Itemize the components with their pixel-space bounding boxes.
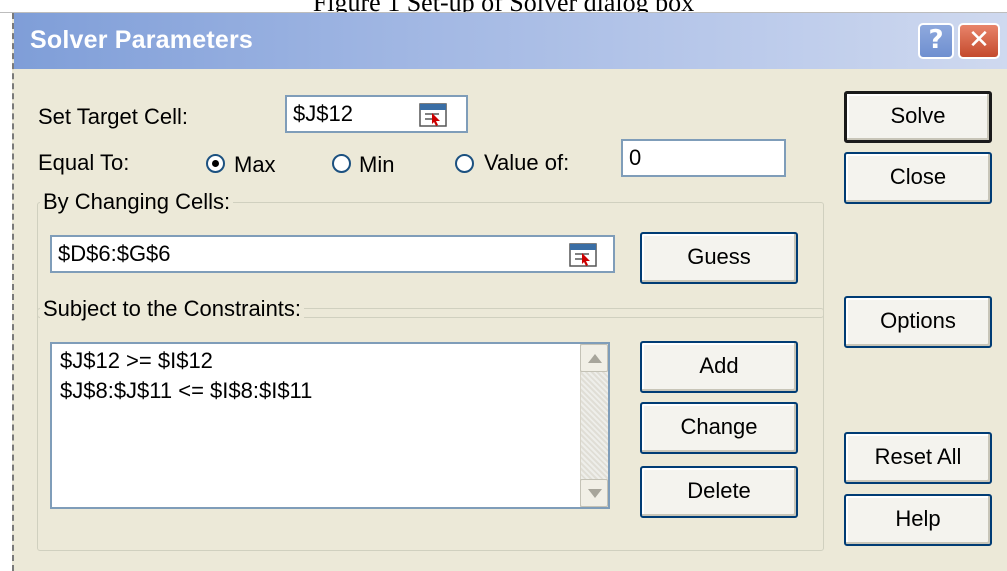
window-title: Solver Parameters (30, 26, 253, 54)
chevron-up-icon[interactable] (580, 344, 608, 372)
solve-button[interactable]: Solve (844, 91, 992, 143)
close-button[interactable]: Close (844, 152, 992, 204)
figure-caption-strip: Figure 1 Set-up of Solver dialog box (0, 0, 1007, 13)
options-button[interactable]: Options (844, 296, 992, 348)
list-item[interactable]: $J$12 >= $I$12 (60, 348, 213, 374)
min-label: Min (359, 152, 395, 177)
range-selector-icon[interactable] (419, 103, 447, 127)
change-button[interactable]: Change (640, 402, 798, 454)
set-target-cell-label: Set Target Cell: (38, 104, 189, 129)
target-cell-value: $J$12 (293, 101, 353, 126)
solver-dialog: Solver Parameters ? ✕ Set Target Cell: $… (12, 13, 1007, 571)
delete-button[interactable]: Delete (640, 466, 798, 518)
value-of-value: 0 (629, 145, 642, 170)
help-icon[interactable]: ? (918, 23, 954, 59)
value-of-radio[interactable] (455, 154, 474, 173)
equal-to-label: Equal To: (38, 150, 130, 175)
value-of-label: Value of: (484, 150, 570, 175)
constraints-list[interactable]: $J$12 >= $I$12 $J$8:$J$11 <= $I$8:$I$11 (50, 342, 610, 509)
changing-cells-value: $D$6:$G$6 (58, 241, 171, 266)
list-item[interactable]: $J$8:$J$11 <= $I$8:$I$11 (60, 378, 312, 404)
title-bar[interactable]: Solver Parameters ? ✕ (14, 13, 1007, 69)
close-icon[interactable]: ✕ (958, 23, 1000, 59)
range-selector-icon[interactable] (569, 243, 597, 267)
max-radio[interactable] (206, 154, 225, 173)
help-button[interactable]: Help (844, 494, 992, 546)
add-button[interactable]: Add (640, 341, 798, 393)
reset-all-button[interactable]: Reset All (844, 432, 992, 484)
changing-cells-label: By Changing Cells: (40, 189, 234, 215)
max-label: Max (234, 152, 276, 177)
chevron-down-icon[interactable] (580, 479, 608, 507)
constraints-label: Subject to the Constraints: (40, 296, 305, 322)
changing-cells-input[interactable]: $D$6:$G$6 (50, 235, 615, 273)
value-of-input[interactable]: 0 (621, 139, 786, 177)
min-radio[interactable] (332, 154, 351, 173)
guess-button[interactable]: Guess (640, 232, 798, 284)
